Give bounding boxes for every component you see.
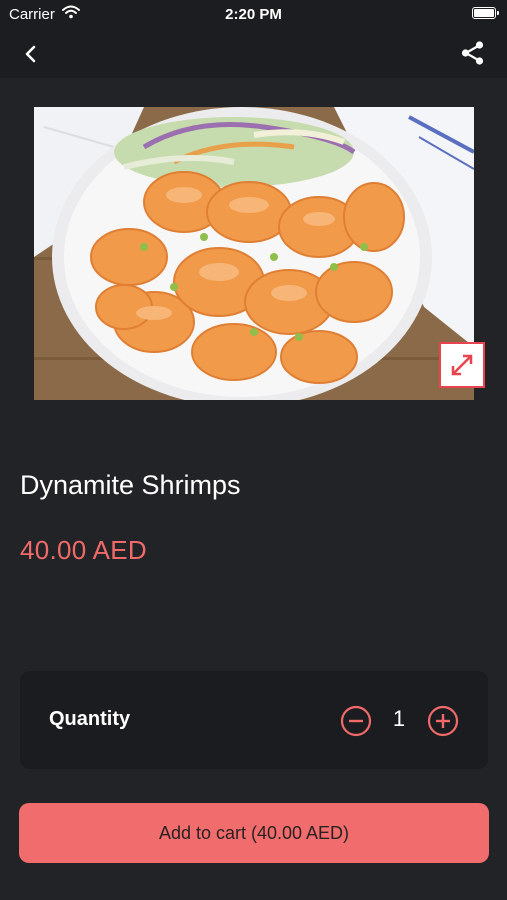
product-price: 40.00 AED bbox=[20, 535, 148, 565]
nav-bar bbox=[0, 28, 507, 78]
plus-circle-icon[interactable] bbox=[427, 705, 459, 737]
product-title: Dynamite Shrimps bbox=[20, 470, 241, 500]
minus-circle-icon[interactable] bbox=[340, 705, 372, 737]
expand-image-button[interactable] bbox=[439, 342, 485, 388]
share-icon[interactable] bbox=[459, 39, 487, 67]
battery-icon bbox=[472, 7, 499, 19]
expand-icon bbox=[451, 354, 473, 376]
add-to-cart-button[interactable]: Add to cart (40.00 AED) bbox=[19, 803, 489, 863]
back-chevron-icon[interactable] bbox=[18, 40, 46, 68]
product-image bbox=[34, 107, 474, 400]
quantity-card: Quantity 1 bbox=[20, 671, 488, 769]
quantity-label: Quantity bbox=[49, 708, 131, 730]
status-bar: Carrier 2:20 PM bbox=[0, 0, 507, 28]
status-time: 2:20 PM bbox=[225, 6, 282, 23]
quantity-value: 1 bbox=[392, 706, 406, 731]
